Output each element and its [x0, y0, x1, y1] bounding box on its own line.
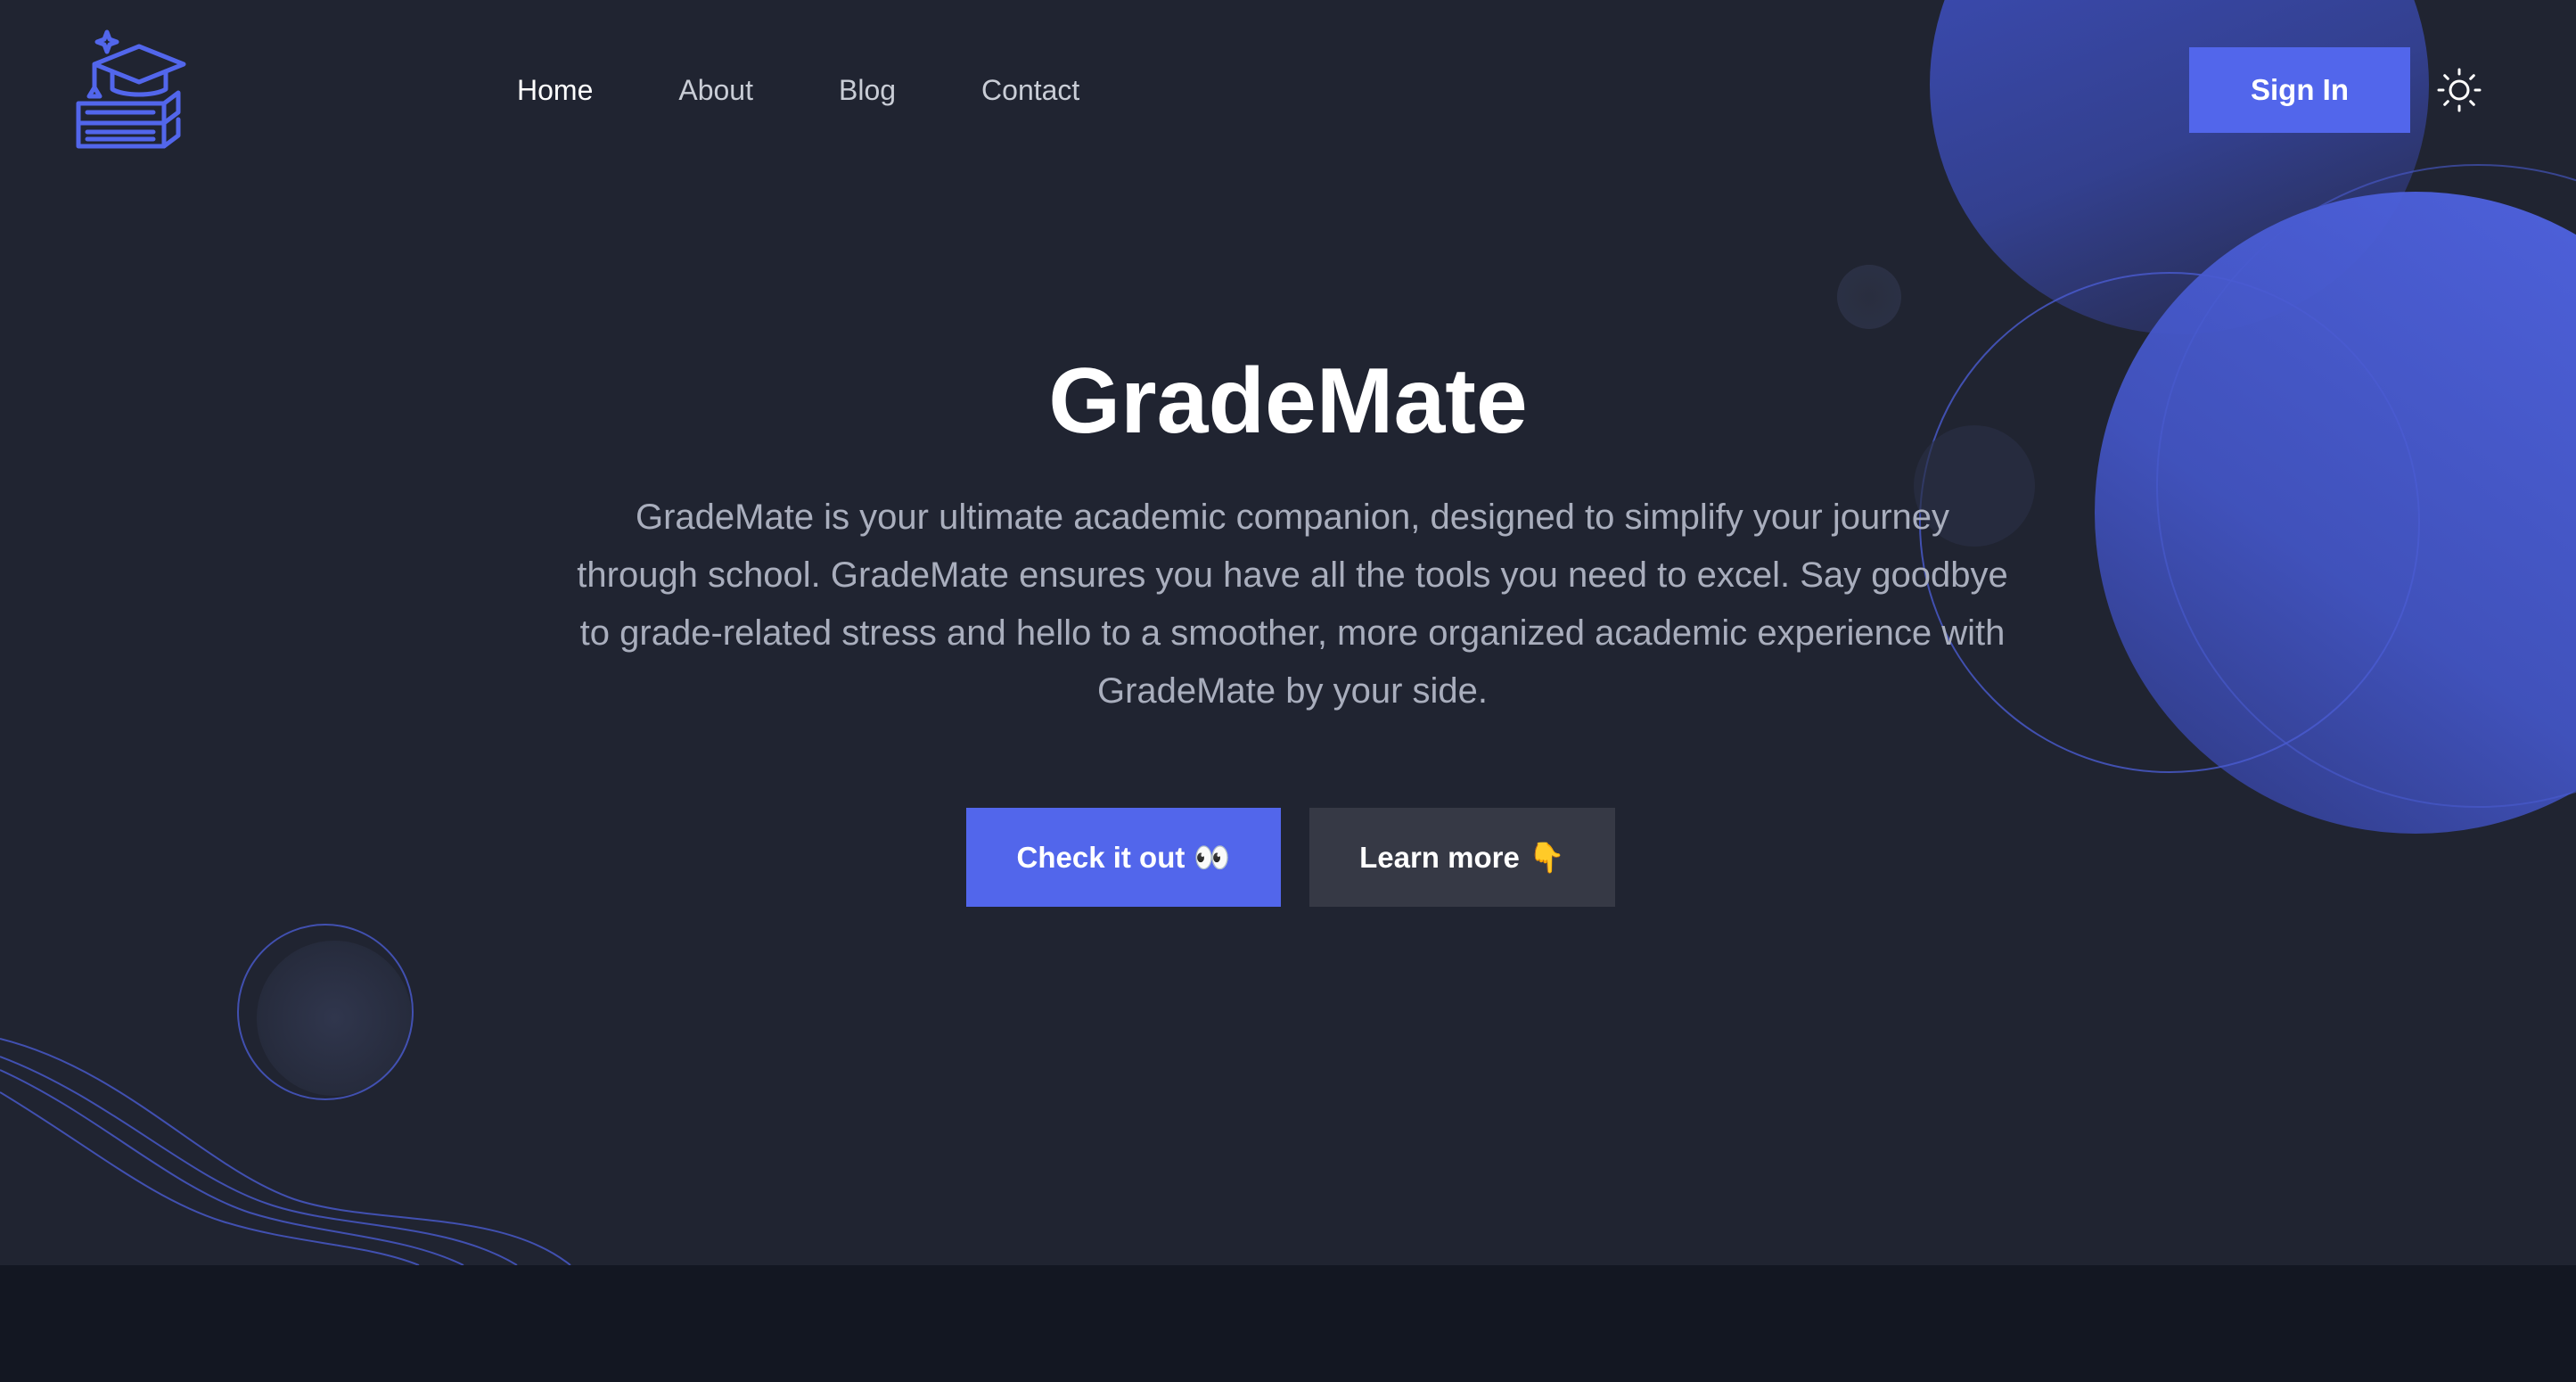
sun-icon: [2437, 68, 2482, 112]
pointing-down-icon: 👇: [1528, 839, 1565, 875]
hero-title: GradeMate: [1048, 350, 1528, 453]
check-it-out-label: Check it out: [1016, 840, 1185, 874]
nav-blog[interactable]: Blog: [839, 70, 896, 111]
main-nav: Home About Blog Contact: [517, 70, 1165, 111]
hero-description: GradeMate is your ultimate academic comp…: [577, 498, 2008, 711]
page: Home About Blog Contact Sign In GradeMat…: [0, 0, 2576, 1382]
graduation-books-icon: [76, 29, 186, 149]
learn-more-label: Learn more: [1359, 840, 1520, 874]
check-it-out-button[interactable]: Check it out 👀: [966, 808, 1281, 907]
footer-band: [0, 1265, 2576, 1382]
nav-home[interactable]: Home: [517, 70, 593, 111]
hero-section: Home About Blog Contact Sign In GradeMat…: [0, 0, 2576, 1265]
theme-toggle-button[interactable]: [2437, 68, 2482, 112]
eyes-icon: 👀: [1194, 839, 1231, 875]
nav-about[interactable]: About: [678, 70, 753, 111]
learn-more-button[interactable]: Learn more 👇: [1309, 808, 1615, 907]
grademate-logo[interactable]: [68, 27, 189, 152]
nav-contact[interactable]: Contact: [981, 70, 1079, 111]
sign-in-button[interactable]: Sign In: [2189, 47, 2410, 133]
